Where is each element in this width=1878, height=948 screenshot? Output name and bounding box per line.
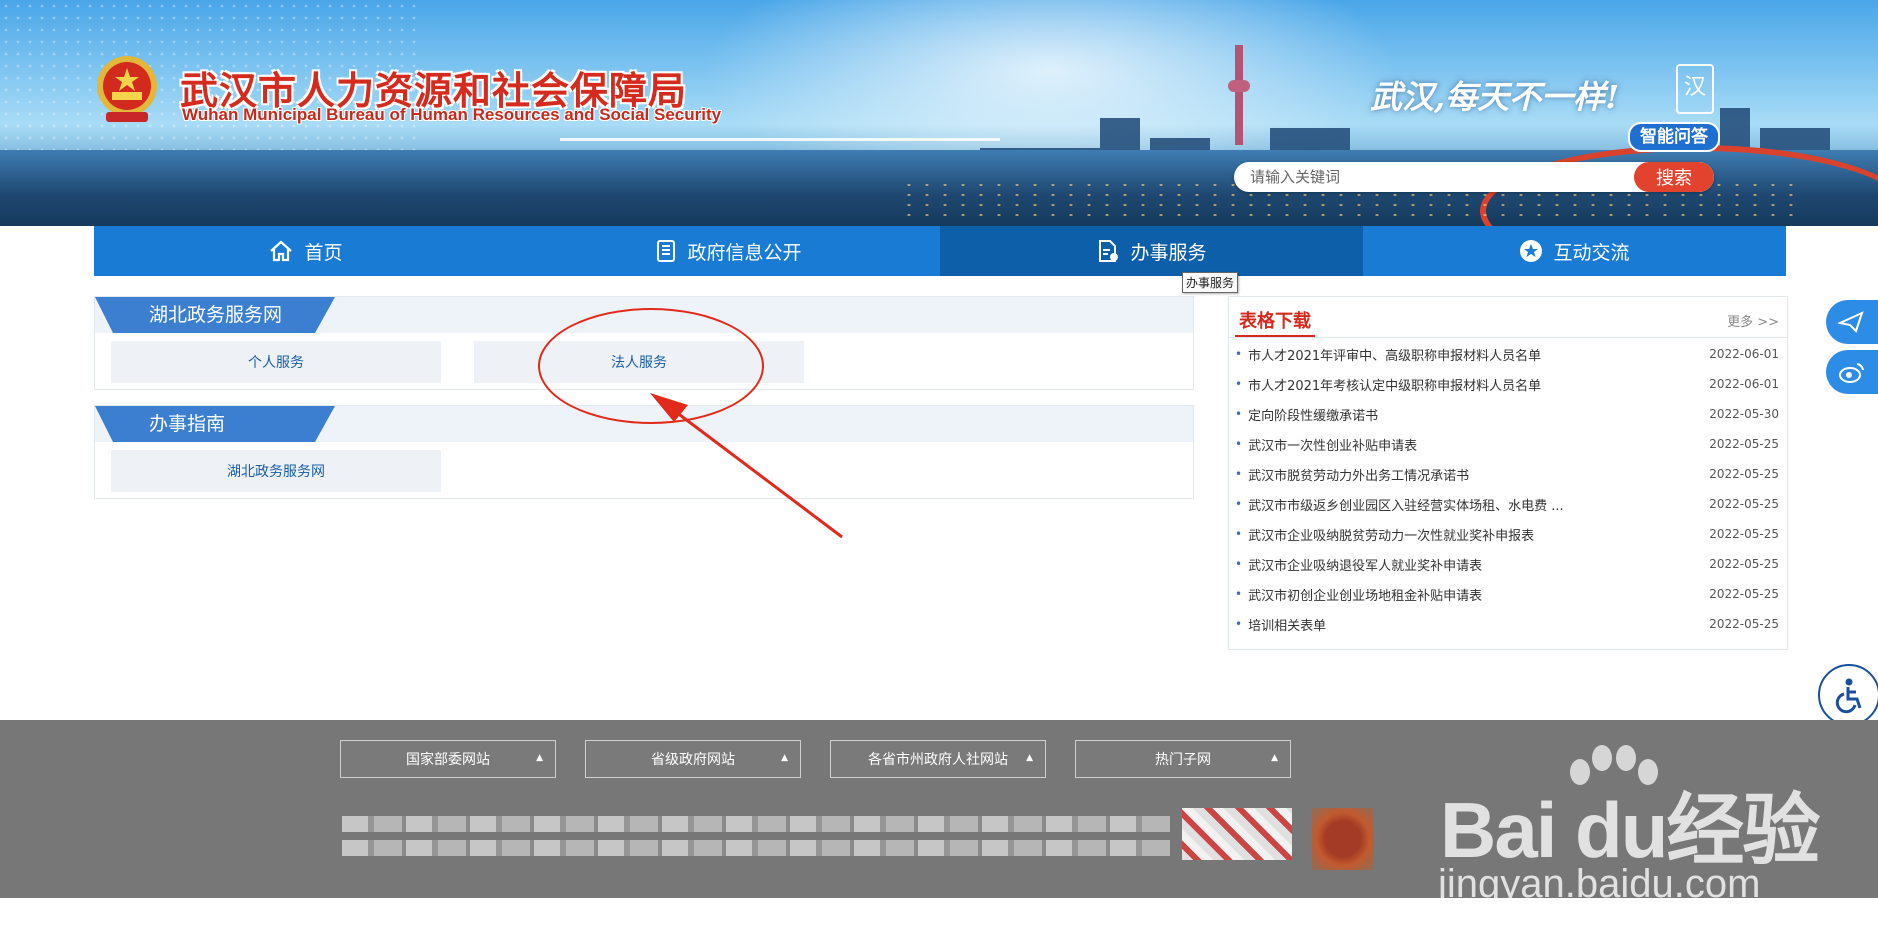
bullet-icon: • xyxy=(1235,587,1243,601)
bullet-icon: • xyxy=(1235,407,1243,421)
list-item: • 武汉市一次性创业补贴申请表 2022-05-25 xyxy=(1235,429,1779,459)
list-item: • 市人才2021年评审中、高级职称申报材料人员名单 2022-06-01 xyxy=(1235,339,1779,369)
download-link[interactable]: 市人才2021年评审中、高级职称申报材料人员名单 xyxy=(1248,345,1699,364)
more-link[interactable]: 更多 >> xyxy=(1727,311,1779,330)
item-date: 2022-05-25 xyxy=(1709,437,1779,451)
ministry-sites-select[interactable]: 国家部委网站 ▲ xyxy=(340,740,556,778)
list-item: • 市人才2021年考核认定中级职称申报材料人员名单 2022-06-01 xyxy=(1235,369,1779,399)
item-date: 2022-05-25 xyxy=(1709,557,1779,571)
item-date: 2022-06-01 xyxy=(1709,347,1779,361)
bullet-icon: • xyxy=(1235,347,1243,361)
popular-subsites-select[interactable]: 热门子网 ▲ xyxy=(1075,740,1291,778)
download-link[interactable]: 武汉市企业吸纳退役军人就业奖补申请表 xyxy=(1248,555,1699,574)
wechat-float-button[interactable] xyxy=(1826,300,1878,344)
item-date: 2022-05-25 xyxy=(1709,527,1779,541)
item-date: 2022-05-25 xyxy=(1709,587,1779,601)
baidu-watermark-url: jingyan.baidu.com xyxy=(1438,862,1761,906)
caret-up-icon: ▲ xyxy=(536,753,543,763)
bullet-icon: • xyxy=(1235,617,1243,631)
provincial-sites-select[interactable]: 省级政府网站 ▲ xyxy=(585,740,801,778)
bullet-icon: • xyxy=(1235,377,1243,391)
list-item: • 培训相关表单 2022-05-25 xyxy=(1235,609,1779,639)
download-link[interactable]: 武汉市企业吸纳脱贫劳动力一次性就业奖补申报表 xyxy=(1248,525,1699,544)
download-link[interactable]: 培训相关表单 xyxy=(1248,615,1699,634)
city-hr-sites-select[interactable]: 各省市州政府人社网站 ▲ xyxy=(830,740,1046,778)
bullet-icon: • xyxy=(1235,557,1243,571)
caret-up-icon: ▲ xyxy=(781,753,788,763)
blurred-seal xyxy=(1312,808,1374,870)
list-item: • 武汉市企业吸纳退役军人就业奖补申请表 2022-05-25 xyxy=(1235,549,1779,579)
select-label: 热门子网 xyxy=(1155,752,1211,768)
weibo-icon xyxy=(1839,363,1864,383)
list-item: • 定向阶段性缓缴承诺书 2022-05-30 xyxy=(1235,399,1779,429)
select-label: 省级政府网站 xyxy=(651,752,735,768)
item-date: 2022-05-25 xyxy=(1709,467,1779,481)
paper-plane-icon xyxy=(1838,311,1864,333)
download-panel-header: 表格下载 更多 >> xyxy=(1229,297,1787,338)
caret-up-icon: ▲ xyxy=(1026,753,1033,763)
download-link[interactable]: 武汉市初创企业创业场地租金补贴申请表 xyxy=(1248,585,1699,604)
list-item: • 武汉市脱贫劳动力外出务工情况承诺书 2022-05-25 xyxy=(1235,459,1779,489)
wheelchair-icon xyxy=(1835,678,1862,714)
blurred-footer-text xyxy=(342,840,1170,856)
select-label: 各省市州政府人社网站 xyxy=(868,752,1008,768)
bullet-icon: • xyxy=(1235,527,1243,541)
form-download-panel: 表格下载 更多 >> • 市人才2021年评审中、高级职称申报材料人员名单 2022… xyxy=(1228,296,1788,650)
download-panel-title: 表格下载 xyxy=(1239,311,1311,332)
download-link[interactable]: 武汉市市级返乡创业园区入驻经营实体场租、水电费 ... xyxy=(1248,495,1699,514)
blurred-footer-text xyxy=(342,816,1170,832)
download-link[interactable]: 市人才2021年考核认定中级职称申报材料人员名单 xyxy=(1248,375,1699,394)
download-link[interactable]: 武汉市脱贫劳动力外出务工情况承诺书 xyxy=(1248,465,1699,484)
bullet-icon: • xyxy=(1235,467,1243,481)
bullet-icon: • xyxy=(1235,437,1243,451)
select-label: 国家部委网站 xyxy=(406,752,490,768)
list-item: • 武汉市企业吸纳脱贫劳动力一次性就业奖补申报表 2022-05-25 xyxy=(1235,519,1779,549)
download-link[interactable]: 武汉市一次性创业补贴申请表 xyxy=(1248,435,1699,454)
item-date: 2022-06-01 xyxy=(1709,377,1779,391)
bullet-icon: • xyxy=(1235,497,1243,511)
accessibility-button[interactable] xyxy=(1818,664,1878,726)
weibo-float-button[interactable] xyxy=(1826,350,1878,394)
item-date: 2022-05-25 xyxy=(1709,497,1779,511)
caret-up-icon: ▲ xyxy=(1271,753,1278,763)
list-item: • 武汉市初创企业创业场地租金补贴申请表 2022-05-25 xyxy=(1235,579,1779,609)
title-underline xyxy=(1235,335,1315,337)
download-list: • 市人才2021年评审中、高级职称申报材料人员名单 2022-06-01 • 市人才… xyxy=(1235,339,1779,639)
item-date: 2022-05-25 xyxy=(1709,617,1779,631)
item-date: 2022-05-30 xyxy=(1709,407,1779,421)
list-item: • 武汉市市级返乡创业园区入驻经营实体场租、水电费 ... 2022-05-25 xyxy=(1235,489,1779,519)
blurred-gov-badge xyxy=(1182,808,1292,860)
download-link[interactable]: 定向阶段性缓缴承诺书 xyxy=(1248,405,1699,424)
